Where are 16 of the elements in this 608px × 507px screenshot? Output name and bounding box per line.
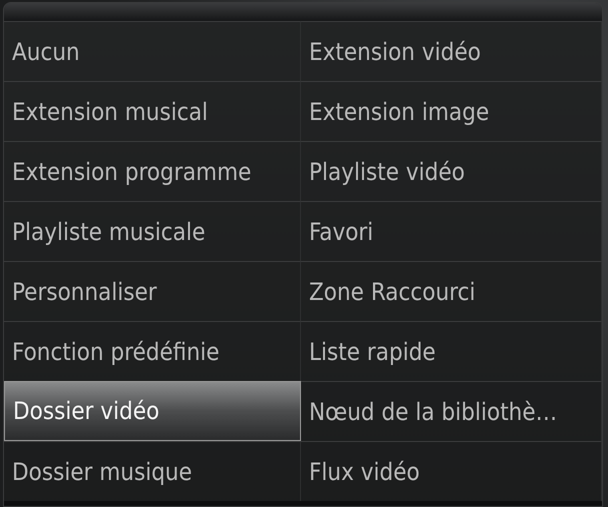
option-item[interactable]: Nœud de la bibliothè…	[301, 381, 602, 441]
option-item[interactable]: Playliste musicale	[4, 201, 301, 261]
option-item[interactable]: Aucun	[4, 21, 301, 81]
option-item[interactable]: Zone Raccourci	[301, 261, 602, 321]
option-item[interactable]: Liste rapide	[301, 321, 602, 381]
option-item[interactable]: Extension vidéo	[301, 21, 602, 81]
option-item[interactable]: Dossier vidéo	[4, 381, 301, 441]
option-item[interactable]: Dossier musique	[4, 441, 301, 501]
option-item[interactable]: Flux vidéo	[301, 441, 602, 501]
option-item[interactable]: Playliste vidéo	[301, 141, 602, 201]
option-item[interactable]: Extension image	[301, 81, 602, 141]
option-item[interactable]: Extension programme	[4, 141, 301, 201]
option-item[interactable]: Fonction prédéfinie	[4, 321, 301, 381]
option-item[interactable]: Favori	[301, 201, 602, 261]
option-item[interactable]: Personnaliser	[4, 261, 301, 321]
option-item[interactable]: Extension musical	[4, 81, 301, 141]
